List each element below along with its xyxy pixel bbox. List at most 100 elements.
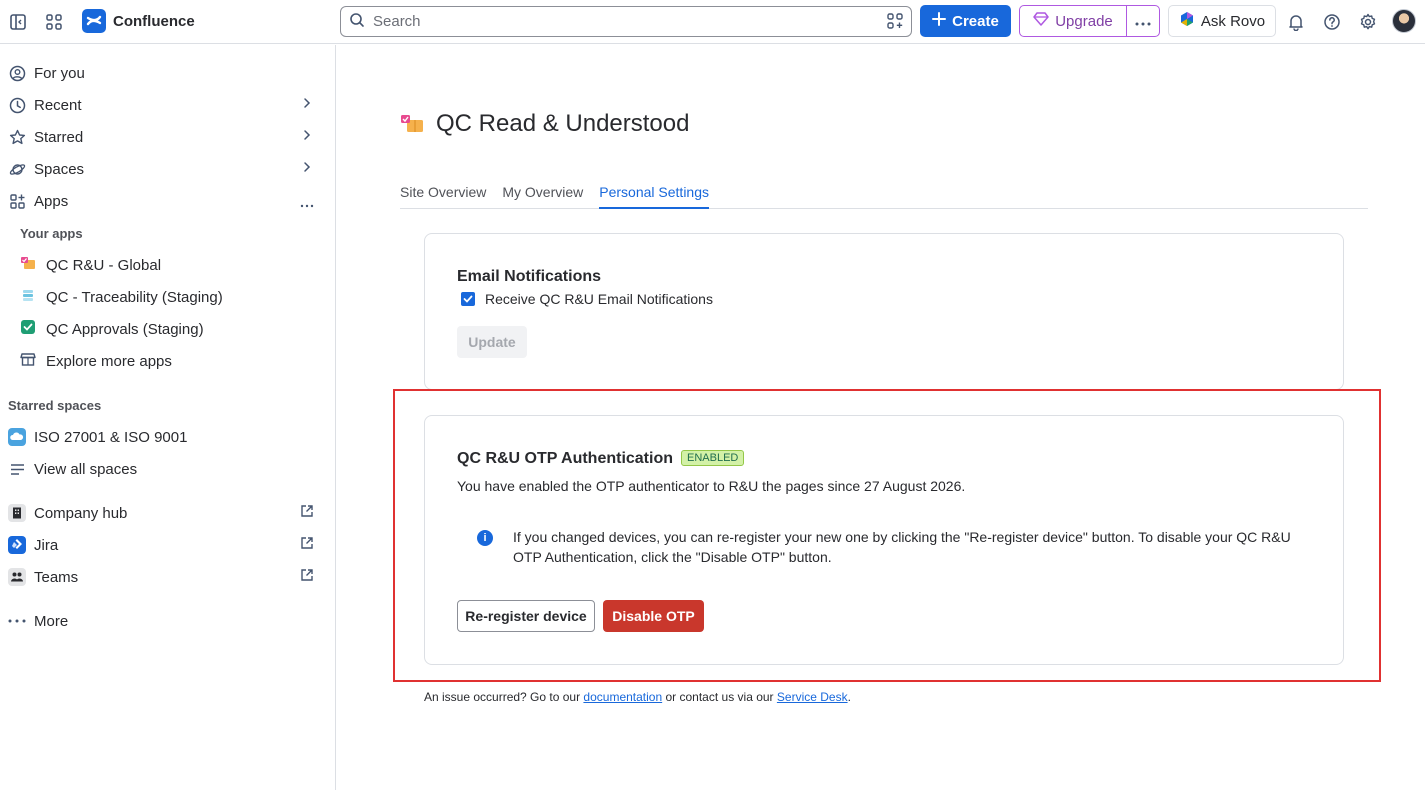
page-title: QC Read & Understood: [436, 110, 690, 137]
sidebar-item-jira[interactable]: Jira: [8, 531, 320, 559]
jira-icon: [8, 536, 26, 554]
search-placeholder: Search: [373, 13, 421, 30]
email-notifications-checkbox[interactable]: [461, 292, 475, 306]
footer-prefix: An issue occurred? Go to our: [424, 690, 584, 704]
search-input[interactable]: Search: [340, 6, 912, 37]
app-item-label: QC Approvals (Staging): [46, 320, 204, 338]
more-horizontal-icon: [1135, 13, 1151, 29]
sidebar-item-label: Recent: [34, 96, 82, 114]
sidebar-item-label: View all spaces: [34, 460, 138, 478]
sidebar: For you Recent Starred Spaces Apps Your …: [0, 45, 336, 790]
service-desk-link[interactable]: Service Desk: [777, 690, 848, 704]
star-icon: [8, 128, 26, 146]
planet-icon: [8, 160, 26, 178]
upgrade-button-label: Upgrade: [1055, 12, 1113, 30]
upgrade-button[interactable]: Upgrade: [1020, 6, 1127, 36]
app-switcher-icon[interactable]: [42, 10, 66, 34]
external-link-icon: [300, 568, 314, 586]
qc-ru-app-icon: [20, 255, 36, 275]
documentation-link[interactable]: documentation: [583, 690, 662, 704]
plus-icon: [932, 12, 947, 30]
sidebar-item-label: Spaces: [34, 160, 85, 178]
update-button[interactable]: Update: [457, 326, 527, 358]
gem-icon: [1033, 12, 1049, 30]
external-link-icon: [300, 504, 314, 522]
sidebar-item-iso-space[interactable]: ISO 27001 & ISO 9001: [8, 423, 320, 451]
store-icon: [20, 351, 36, 371]
sidebar-item-label: Apps: [34, 192, 69, 210]
sidebar-item-label: Company hub: [34, 504, 128, 522]
apps-grid-icon: [8, 192, 26, 210]
tab-site-overview[interactable]: Site Overview: [400, 184, 486, 209]
ask-rovo-label: Ask Rovo: [1200, 12, 1266, 30]
sidebar-item-label: For you: [34, 64, 85, 82]
sidebar-item-apps[interactable]: Apps: [8, 187, 320, 215]
tab-personal-settings[interactable]: Personal Settings: [599, 184, 709, 209]
footer-suffix: .: [847, 690, 851, 704]
page-emoji-icon: [400, 114, 424, 134]
user-circle-icon: [8, 64, 26, 82]
sidebar-item-spaces[interactable]: Spaces: [8, 155, 320, 183]
user-avatar[interactable]: [1392, 9, 1416, 33]
footer-note: An issue occurred? Go to our documentati…: [424, 690, 851, 704]
sidebar-item-label: Jira: [34, 536, 59, 554]
teams-icon: [8, 568, 26, 586]
building-icon: [8, 504, 26, 522]
starred-spaces-heading: Starred spaces: [8, 398, 102, 413]
settings-gear-icon[interactable]: [1356, 10, 1380, 34]
rovo-icon: [1179, 11, 1195, 31]
sidebar-item-label: More: [34, 612, 69, 630]
top-navigation: Confluence Search Create Upgrade Ask Rov…: [0, 0, 1425, 44]
sidebar-item-teams[interactable]: Teams: [8, 563, 320, 591]
create-button-label: Create: [952, 12, 999, 30]
email-notifications-card: Email Notifications Receive QC R&U Email…: [424, 233, 1344, 390]
confluence-logo[interactable]: Confluence: [82, 9, 195, 33]
sidebar-item-label: Teams: [34, 568, 79, 586]
clock-icon: [8, 96, 26, 114]
sidebar-toggle-icon[interactable]: [6, 10, 30, 34]
more-horizontal-icon[interactable]: [300, 195, 314, 212]
sidebar-item-for-you[interactable]: For you: [8, 59, 320, 87]
chevron-right-icon[interactable]: [300, 128, 314, 146]
upgrade-button-group: Upgrade: [1019, 5, 1160, 37]
notifications-bell-icon[interactable]: [1284, 10, 1308, 34]
tab-my-overview[interactable]: My Overview: [502, 184, 583, 209]
search-filter-icon[interactable]: [887, 13, 903, 32]
email-notifications-checkbox-label: Receive QC R&U Email Notifications: [485, 291, 713, 307]
email-notifications-title: Email Notifications: [457, 268, 602, 285]
chevron-right-icon[interactable]: [300, 160, 314, 178]
app-item-qc-ru-global[interactable]: QC R&U - Global: [20, 251, 161, 279]
more-options-button[interactable]: [1127, 6, 1159, 36]
sidebar-item-recent[interactable]: Recent: [8, 91, 320, 119]
app-item-label: QC R&U - Global: [46, 256, 162, 274]
app-item-explore-more-apps[interactable]: Explore more apps: [20, 347, 172, 375]
search-icon: [349, 12, 365, 31]
create-button[interactable]: Create: [920, 5, 1011, 37]
app-name: Confluence: [113, 12, 195, 30]
highlight-annotation-box: [393, 389, 1381, 682]
space-cloud-icon: [8, 428, 26, 446]
sidebar-item-view-all-spaces[interactable]: View all spaces: [8, 455, 320, 483]
sidebar-item-label: ISO 27001 & ISO 9001: [34, 428, 188, 446]
sidebar-item-label: Starred: [34, 128, 84, 146]
ask-rovo-button[interactable]: Ask Rovo: [1168, 5, 1276, 37]
more-horizontal-icon: [8, 612, 26, 630]
chevron-right-icon[interactable]: [300, 96, 314, 114]
sidebar-item-more[interactable]: More: [8, 607, 320, 635]
external-link-icon: [300, 536, 314, 554]
help-icon[interactable]: [1320, 10, 1344, 34]
app-item-qc-traceability[interactable]: QC - Traceability (Staging): [20, 283, 223, 311]
sidebar-item-starred[interactable]: Starred: [8, 123, 320, 151]
sidebar-item-company-hub[interactable]: Company hub: [8, 499, 320, 527]
your-apps-heading: Your apps: [20, 226, 83, 241]
footer-middle: or contact us via our: [662, 690, 777, 704]
confluence-icon: [82, 9, 106, 33]
approvals-app-icon: [20, 319, 36, 339]
app-item-label: QC - Traceability (Staging): [46, 288, 223, 306]
email-notifications-checkbox-row[interactable]: Receive QC R&U Email Notifications: [461, 291, 713, 307]
app-item-qc-approvals[interactable]: QC Approvals (Staging): [20, 315, 204, 343]
traceability-app-icon: [20, 287, 36, 307]
tab-bar: Site Overview My Overview Personal Setti…: [400, 184, 1368, 209]
checkmark-icon: [463, 295, 473, 303]
list-icon: [8, 460, 26, 478]
